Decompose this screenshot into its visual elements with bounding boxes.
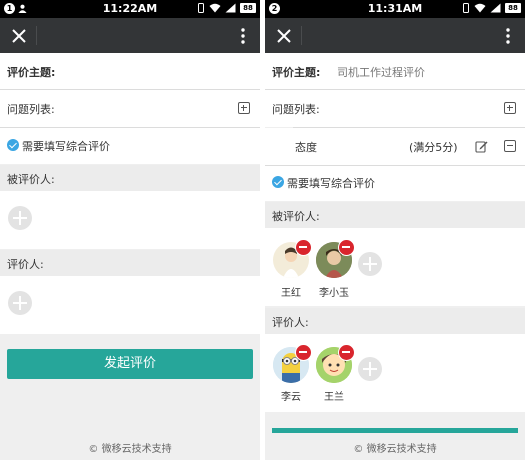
questions-row: 问题列表:: [265, 90, 525, 127]
person-name: 李小玉: [319, 288, 349, 299]
more-button[interactable]: [501, 25, 515, 47]
title-separator: [301, 26, 302, 45]
evaluatees-list: [0, 191, 260, 249]
signal-icon: [490, 3, 501, 13]
evaluators-list: [0, 276, 260, 334]
check-circle-icon[interactable]: [7, 139, 19, 151]
evaluators-header: 评价人:: [0, 250, 260, 276]
more-button[interactable]: [236, 25, 250, 47]
topic-value[interactable]: 司机工作过程评价: [337, 64, 425, 80]
remove-badge-icon[interactable]: [338, 239, 355, 256]
check-circle-icon[interactable]: [272, 176, 284, 188]
remove-badge-icon[interactable]: [295, 344, 312, 361]
add-evaluatee-icon[interactable]: [8, 206, 32, 230]
system-icons: 88: [462, 3, 521, 13]
submit-evaluation-button[interactable]: 发起评价: [7, 349, 253, 379]
evaluatees-label: 被评价人:: [272, 210, 320, 223]
footer-credit: © 微移云技术支持: [88, 444, 172, 455]
person-name: 王红: [281, 288, 301, 299]
system-icons: 88: [197, 3, 256, 13]
topic-row[interactable]: 评价主题: 司机工作过程评价: [265, 53, 525, 89]
questions-row: 问题列表:: [0, 90, 260, 127]
title-separator: [36, 26, 37, 45]
status-bar: 1 11:22AM 88: [0, 0, 260, 18]
status-bar: 2 11:31AM 88: [265, 0, 525, 18]
evaluatees-label: 被评价人:: [7, 173, 55, 186]
more-vert-icon: [506, 28, 510, 44]
question-item: 态度 (满分5分): [265, 128, 525, 165]
overall-eval-row[interactable]: 需要填写综合评价: [265, 166, 525, 201]
remove-badge-icon[interactable]: [295, 239, 312, 256]
questions-label: 问题列表:: [7, 103, 55, 116]
add-question-icon[interactable]: [238, 102, 250, 114]
questions-label: 问题列表:: [272, 103, 320, 116]
topic-row[interactable]: 评价主题:: [0, 53, 260, 89]
vibrate-icon: [463, 3, 469, 13]
person-name: 王兰: [324, 392, 344, 403]
question-name: 态度: [295, 141, 317, 154]
close-button[interactable]: [273, 25, 295, 47]
add-evaluator-icon[interactable]: [8, 291, 32, 315]
more-vert-icon: [241, 28, 245, 44]
edit-icon[interactable]: [475, 140, 488, 153]
signal-icon: [225, 3, 236, 13]
title-bar: [265, 18, 525, 53]
left-screen: 1 11:22AM 88 评价主题: 问题列表: 需要填写综合评价 被评价人:: [0, 0, 260, 460]
remove-badge-icon[interactable]: [338, 344, 355, 361]
evaluatees-list: 王红 李小玉: [265, 228, 525, 306]
title-bar: [0, 18, 260, 53]
close-button[interactable]: [8, 25, 30, 47]
overall-eval-label: 需要填写综合评价: [22, 140, 110, 153]
close-icon: [277, 29, 291, 43]
wifi-icon: [474, 3, 486, 13]
overall-eval-label: 需要填写综合评价: [287, 177, 375, 190]
evaluators-list: 李云 王兰: [265, 334, 525, 412]
minus-box-icon[interactable]: [504, 140, 516, 152]
evaluators-label: 评价人:: [272, 316, 309, 329]
person-name: 李云: [281, 392, 301, 403]
add-evaluatee-icon[interactable]: [358, 252, 382, 276]
evaluators-header: 评价人:: [265, 308, 525, 334]
close-icon: [12, 29, 26, 43]
wifi-icon: [209, 3, 221, 13]
evaluatees-header: 被评价人:: [265, 202, 525, 228]
add-question-icon[interactable]: [504, 102, 516, 114]
topic-label: 评价主题:: [7, 66, 56, 79]
submit-evaluation-button[interactable]: [272, 428, 518, 433]
topic-label: 评价主题:: [272, 66, 321, 79]
evaluators-label: 评价人:: [7, 258, 44, 271]
footer-credit: © 微移云技术支持: [353, 444, 437, 455]
add-evaluator-icon[interactable]: [358, 357, 382, 381]
question-score: (满分5分): [409, 141, 458, 154]
battery-icon: 88: [240, 3, 256, 13]
vibrate-icon: [198, 3, 204, 13]
evaluatees-header: 被评价人:: [0, 165, 260, 191]
right-screen: 2 11:31AM 88 评价主题: 司机工作过程评价 问题列表: 态度 (满分…: [265, 0, 525, 460]
battery-icon: 88: [505, 3, 521, 13]
overall-eval-row[interactable]: 需要填写综合评价: [0, 128, 260, 164]
